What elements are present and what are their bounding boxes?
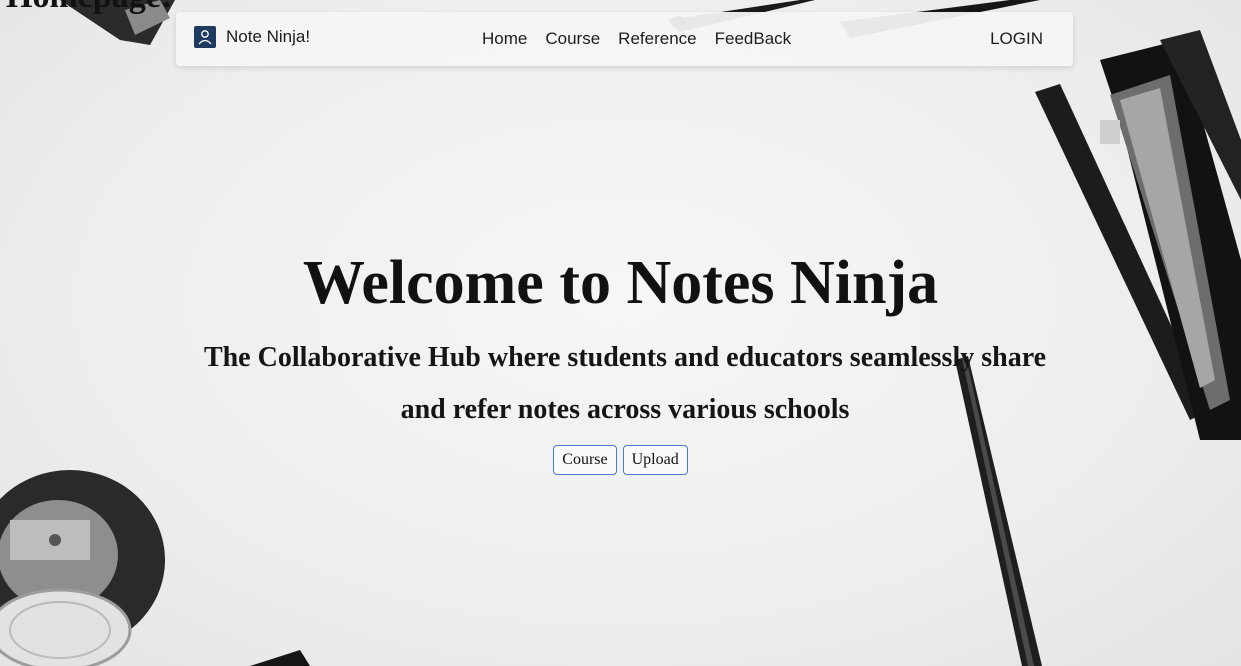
hero-subtitle-line-2: and refer notes across various schools xyxy=(400,394,850,425)
nav-link-feedback[interactable]: FeedBack xyxy=(715,29,792,49)
upload-button[interactable]: Upload xyxy=(622,445,688,475)
brand[interactable]: Note Ninja! xyxy=(194,26,310,48)
nav-links: Home Course Reference FeedBack xyxy=(482,29,791,49)
course-button[interactable]: Course xyxy=(553,445,617,475)
login-link[interactable]: LOGIN xyxy=(990,29,1043,49)
nav-link-home[interactable]: Home xyxy=(482,29,527,49)
brand-name: Note Ninja! xyxy=(226,27,311,46)
hero-subtitle-line-1: The Collaborative Hub where students and… xyxy=(203,342,1047,373)
hero-subtitle: The Collaborative Hub where students and… xyxy=(70,332,1180,436)
hero-title: Welcome to Notes Ninja xyxy=(302,249,939,317)
page-label: Homepage: xyxy=(6,0,172,16)
bottom-pen-shape xyxy=(250,650,310,666)
top-navbar: Note Ninja! Home Course Reference FeedBa… xyxy=(176,12,1073,66)
sharpener-shape xyxy=(0,470,165,666)
nav-link-reference[interactable]: Reference xyxy=(618,29,696,49)
hero-buttons: Course Upload xyxy=(0,445,1241,475)
ninja-logo-icon xyxy=(194,26,216,48)
nav-link-course[interactable]: Course xyxy=(545,29,600,49)
